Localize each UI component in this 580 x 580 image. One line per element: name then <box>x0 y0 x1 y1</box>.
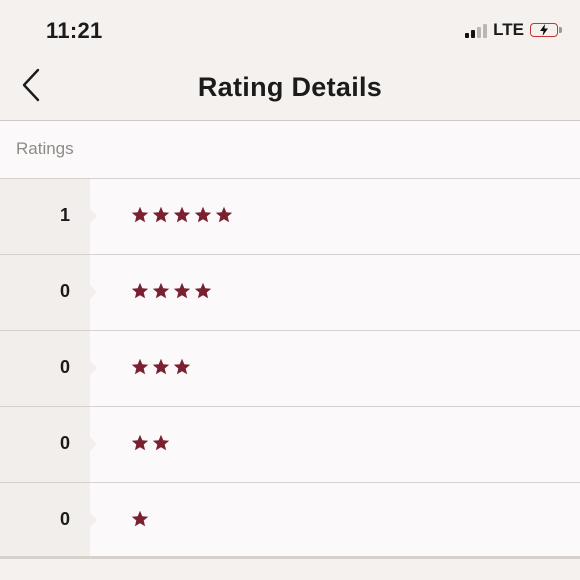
rating-row-3-star: 0 <box>0 331 580 407</box>
rating-count: 0 <box>59 433 70 453</box>
star-icon <box>152 282 170 299</box>
star-rating-5 <box>131 206 233 224</box>
star-icon <box>152 434 170 451</box>
section-label: Ratings <box>16 139 74 158</box>
star-icon <box>173 358 191 375</box>
star-rating-3 <box>131 358 191 376</box>
rating-count: 0 <box>59 509 70 529</box>
rating-count-cell: 1 <box>0 179 90 254</box>
rating-row-1-star: 0 <box>0 483 580 558</box>
row-notch <box>90 209 97 223</box>
rating-count: 0 <box>59 281 70 301</box>
star-icon <box>152 206 170 223</box>
row-notch <box>90 361 97 375</box>
star-icon <box>131 282 149 299</box>
section-header-ratings: Ratings <box>0 121 580 179</box>
rating-row-4-star: 0 <box>0 255 580 331</box>
rating-count: 0 <box>59 357 70 377</box>
star-rating-2 <box>131 434 170 452</box>
star-icon <box>194 206 212 223</box>
status-indicators: LTE <box>465 20 562 40</box>
star-icon <box>215 206 233 223</box>
rating-row-2-star: 0 <box>0 407 580 483</box>
navigation-bar: Rating Details <box>0 62 580 121</box>
star-icon <box>131 510 149 527</box>
cellular-signal-icon <box>465 22 488 38</box>
star-rating-1 <box>131 510 149 528</box>
star-icon <box>194 282 212 299</box>
star-icon <box>152 358 170 375</box>
rating-count-cell: 0 <box>0 483 90 558</box>
rating-row-5-star: 1 <box>0 179 580 255</box>
star-icon <box>173 206 191 223</box>
list-bottom-divider <box>0 556 580 559</box>
star-icon <box>131 434 149 451</box>
star-rating-4 <box>131 282 212 300</box>
row-notch <box>90 437 97 451</box>
rating-count-cell: 0 <box>0 407 90 482</box>
rating-count: 1 <box>59 205 70 225</box>
star-icon <box>131 206 149 223</box>
page-title: Rating Details <box>197 72 383 102</box>
rating-count-cell: 0 <box>0 331 90 406</box>
status-bar: 11:21 LTE <box>0 0 580 62</box>
status-time: 11:21 <box>46 18 103 43</box>
ratings-list: 1 0 0 0 0 <box>0 179 580 558</box>
network-type: LTE <box>493 20 524 39</box>
star-icon <box>131 358 149 375</box>
star-icon <box>173 282 191 299</box>
rating-count-cell: 0 <box>0 255 90 330</box>
battery-low-charging-icon <box>530 23 562 37</box>
row-notch <box>90 285 97 299</box>
row-notch <box>90 513 97 527</box>
